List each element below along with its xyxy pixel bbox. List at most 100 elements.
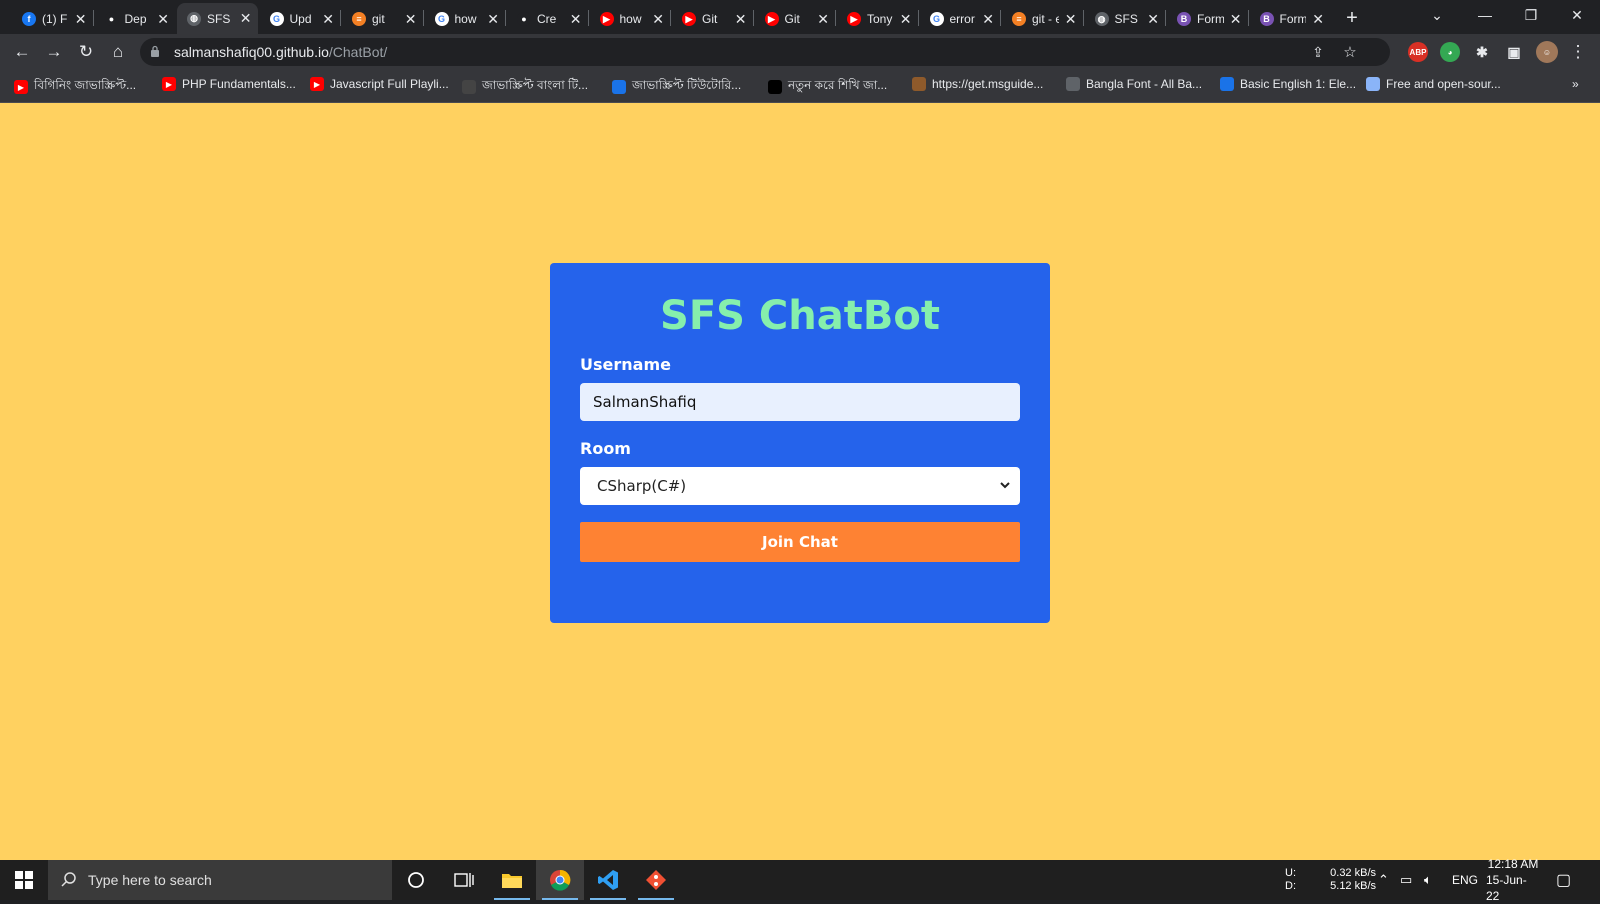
bookmark-item[interactable]: নতুন করে শিখি জা... [768, 77, 887, 97]
close-tab-icon[interactable]: ✕ [157, 11, 169, 28]
back-icon[interactable]: ← [10, 40, 34, 64]
close-tab-icon[interactable]: ✕ [570, 11, 582, 28]
new-tab-button[interactable]: + [1340, 6, 1364, 30]
browser-tab[interactable]: Gerror: fa ✕ [920, 6, 1001, 32]
profile-avatar[interactable]: ☺ [1536, 41, 1558, 63]
browser-tab[interactable]: B Forms ✕ [1167, 6, 1248, 32]
browser-tab[interactable]: ● Cre ✕ [507, 6, 588, 32]
browser-tab[interactable]: ≡ git - err ✕ [1002, 6, 1083, 32]
cortana-icon[interactable] [392, 860, 440, 900]
address-bar[interactable]: salmanshafiq00.github.io/ChatBot/ ⇪ ☆ [140, 38, 1390, 66]
bookmark-label: Javascript Full Playli... [330, 77, 449, 91]
upload-label: U: [1285, 867, 1296, 879]
close-tab-icon[interactable]: ✕ [735, 11, 747, 28]
minimize-button[interactable]: — [1462, 0, 1508, 30]
bookmark-star-icon[interactable]: ☆ [1338, 40, 1362, 64]
home-icon[interactable]: ⌂ [106, 40, 130, 64]
task-view-icon[interactable] [440, 860, 488, 900]
tab-search-button[interactable]: ⌄ [1414, 0, 1460, 30]
bookmark-item[interactable]: https://get.msguide... [912, 77, 1043, 91]
browser-tab[interactable]: ◍ SFS ✕ [177, 3, 258, 34]
file-explorer-icon[interactable] [488, 860, 536, 900]
git-taskbar-icon[interactable] [632, 860, 680, 900]
tab-title: Forms [1279, 12, 1307, 26]
close-tab-icon[interactable]: ✕ [1230, 11, 1242, 28]
tab-separator [422, 10, 424, 26]
browser-tab[interactable]: ▶ Git ✕ [672, 6, 753, 32]
youtube-icon: ▶ [764, 12, 779, 26]
browser-tab[interactable]: ▶ Tony St ✕ [837, 6, 918, 32]
username-label: Username [580, 355, 671, 374]
search-icon [61, 872, 76, 887]
tab-separator [1247, 10, 1249, 26]
close-tab-icon[interactable]: ✕ [1312, 11, 1324, 28]
bookmark-item[interactable]: ▶ Javascript Full Playli... [310, 77, 449, 91]
bookmark-item[interactable]: Bangla Font - All Ba... [1066, 77, 1202, 91]
join-chat-button[interactable]: Join Chat [580, 522, 1020, 562]
url-text: salmanshafiq00.github.io/ChatBot/ [174, 44, 387, 60]
grid-icon [912, 77, 926, 91]
side-panel-icon[interactable]: ▣ [1504, 42, 1524, 62]
bookmark-item[interactable]: জাভাস্ক্রিপ্ট টিউটোরি... [612, 77, 741, 97]
browser-tab[interactable]: B Forms ✕ [1250, 6, 1331, 32]
language-indicator[interactable]: ENG [1452, 860, 1478, 900]
close-tab-icon[interactable]: ✕ [817, 11, 829, 28]
search-placeholder: Type here to search [88, 872, 212, 888]
close-tab-icon[interactable]: ✕ [1147, 11, 1159, 28]
browser-tab[interactable]: ● Dep ✕ [95, 6, 176, 32]
close-tab-icon[interactable]: ✕ [405, 11, 417, 28]
tray-overflow-chevron-icon[interactable]: ⌃ [1378, 860, 1389, 900]
reload-icon[interactable]: ↻ [74, 40, 98, 64]
bookmark-item[interactable]: Basic English 1: Ele... [1220, 77, 1356, 91]
forward-icon[interactable]: → [42, 40, 66, 64]
browser-tab[interactable]: ▶ how ✕ [590, 6, 671, 32]
vscode-taskbar-icon[interactable] [584, 860, 632, 900]
share-icon[interactable]: ⇪ [1306, 40, 1330, 64]
tab-title: how [454, 12, 477, 26]
clock-time: 12:18 AM [1487, 857, 1539, 871]
notification-icon[interactable]: ▢ [1556, 860, 1571, 900]
clock[interactable]: 12:18 AM 15-Jun-22 [1486, 857, 1540, 903]
adblock-icon[interactable]: ABP [1408, 42, 1428, 62]
task-view-glyph-icon [454, 873, 474, 887]
taskbar-search-box[interactable]: Type here to search [48, 860, 392, 900]
extension-colorful-icon[interactable]: ◕ [1440, 42, 1460, 62]
room-select[interactable]: CSharp(C#) [580, 467, 1020, 505]
restore-button[interactable]: ❐ [1508, 0, 1554, 30]
browser-tab[interactable]: ≡ git ✕ [342, 6, 423, 32]
extensions-puzzle-icon[interactable]: ✱ [1472, 42, 1492, 62]
youtube-icon: ▶ [682, 12, 696, 26]
tab-separator [587, 10, 589, 26]
bookmark-item[interactable]: ▶ বিগিনিং জাভাস্ক্রিপ্ট... [14, 77, 136, 97]
close-window-button[interactable]: ✕ [1554, 0, 1600, 30]
tab-separator [1000, 10, 1001, 26]
close-tab-icon[interactable]: ✕ [240, 10, 252, 27]
username-input[interactable] [580, 383, 1020, 421]
close-tab-icon[interactable]: ✕ [1065, 11, 1077, 28]
close-tab-icon[interactable]: ✕ [75, 11, 87, 28]
close-tab-icon[interactable]: ✕ [982, 11, 994, 28]
browser-tab[interactable]: ▶ Git ✕ [755, 6, 836, 32]
browser-tab[interactable]: f (1) F ✕ [12, 6, 93, 32]
browser-tab[interactable]: G Upd ✕ [260, 6, 341, 32]
browser-tab[interactable]: Ghow ✕ [425, 6, 506, 32]
git-gui-icon [646, 870, 666, 890]
start-button[interactable] [0, 860, 48, 900]
net-labels: U: D: [1285, 860, 1296, 900]
bookmark-item[interactable]: জাভাস্ক্রিপ্ট বাংলা টি... [462, 77, 588, 97]
network-icon[interactable]: ▭ [1400, 860, 1412, 900]
volume-icon[interactable]: 🔈︎ [1424, 860, 1432, 900]
browser-tab[interactable]: ◍ SFS Cha ✕ [1085, 6, 1166, 32]
bookmark-item[interactable]: Free and open-sour... [1366, 77, 1501, 91]
close-tab-icon[interactable]: ✕ [900, 11, 912, 28]
menu-kebab-icon[interactable]: ⋮ [1566, 40, 1590, 64]
bookmark-label: জাভাস্ক্রিপ্ট টিউটোরি... [632, 78, 742, 92]
close-tab-icon[interactable]: ✕ [322, 11, 334, 28]
chrome-taskbar-icon[interactable] [536, 860, 584, 900]
circle-site-icon [612, 80, 626, 94]
bookmarks-overflow-icon[interactable]: » [1572, 77, 1579, 91]
close-tab-icon[interactable]: ✕ [652, 11, 664, 28]
bookmark-item[interactable]: ▶ PHP Fundamentals... [162, 77, 296, 91]
vscode-icon [598, 870, 618, 890]
close-tab-icon[interactable]: ✕ [487, 11, 499, 28]
